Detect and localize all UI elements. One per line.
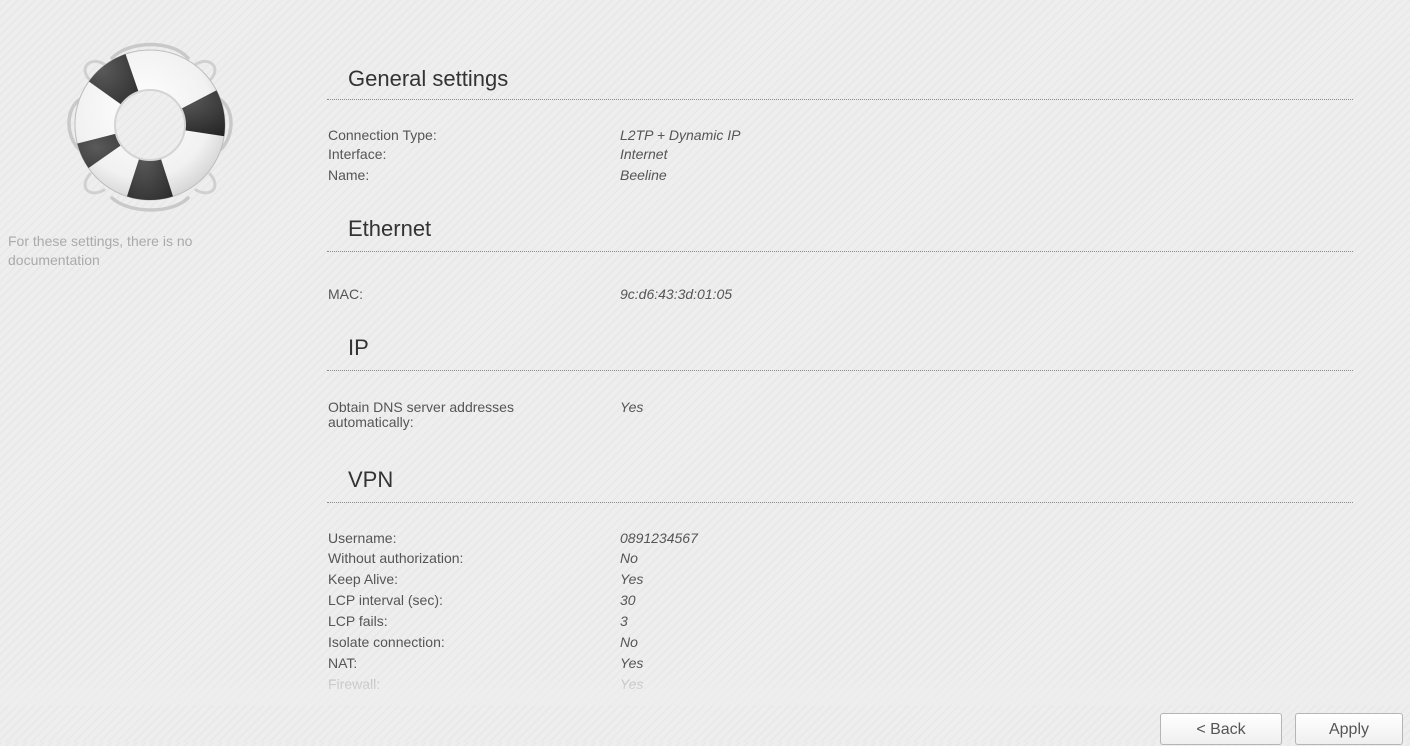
row-label: Name: bbox=[328, 167, 370, 183]
row-label: NAT: bbox=[328, 655, 358, 671]
section-divider bbox=[327, 370, 1353, 371]
row-value: 3 bbox=[620, 613, 628, 629]
row-label: Obtain DNS server addresses automaticall… bbox=[328, 399, 514, 430]
row-value: No bbox=[620, 550, 638, 566]
row-label: Interface: bbox=[328, 146, 387, 162]
help-panel: For these settings, there is no document… bbox=[0, 0, 300, 742]
row-label: Username: bbox=[328, 530, 397, 546]
row-label: Isolate connection: bbox=[328, 634, 445, 650]
help-text: For these settings, there is no document… bbox=[8, 233, 193, 268]
row-label: MAC: bbox=[328, 286, 363, 302]
back-button[interactable]: < Back bbox=[1160, 713, 1282, 745]
section-divider bbox=[327, 502, 1353, 503]
section-title-general: General settings bbox=[348, 66, 509, 91]
section-title-ip: IP bbox=[348, 335, 369, 360]
apply-button[interactable]: Apply bbox=[1295, 713, 1403, 745]
row-value: Yes bbox=[620, 655, 644, 671]
row-value: Yes bbox=[620, 571, 644, 587]
row-label: LCP fails: bbox=[328, 613, 388, 629]
row-value: 0891234567 bbox=[620, 530, 698, 546]
row-label: Firewall: bbox=[328, 676, 381, 692]
row-value: 30 bbox=[620, 592, 636, 608]
row-value: Internet bbox=[620, 146, 668, 162]
section-title-vpn: VPN bbox=[348, 467, 394, 492]
row-label: Keep Alive: bbox=[328, 571, 399, 587]
row-value: L2TP + Dynamic IP bbox=[620, 127, 741, 143]
section-divider bbox=[327, 99, 1353, 100]
row-label: Without authorization: bbox=[328, 550, 464, 566]
row-label: Connection Type: bbox=[328, 127, 437, 143]
row-value: No bbox=[620, 634, 638, 650]
row-value: Yes bbox=[620, 399, 644, 415]
section-title-ethernet: Ethernet bbox=[348, 216, 432, 241]
section-divider bbox=[327, 251, 1353, 252]
row-value: Beeline bbox=[620, 167, 667, 183]
row-value: Yes bbox=[620, 676, 644, 692]
row-label: LCP interval (sec): bbox=[328, 592, 443, 608]
row-value: 9c:d6:43:3d:01:05 bbox=[620, 286, 733, 302]
lifebuoy-icon bbox=[67, 42, 233, 212]
